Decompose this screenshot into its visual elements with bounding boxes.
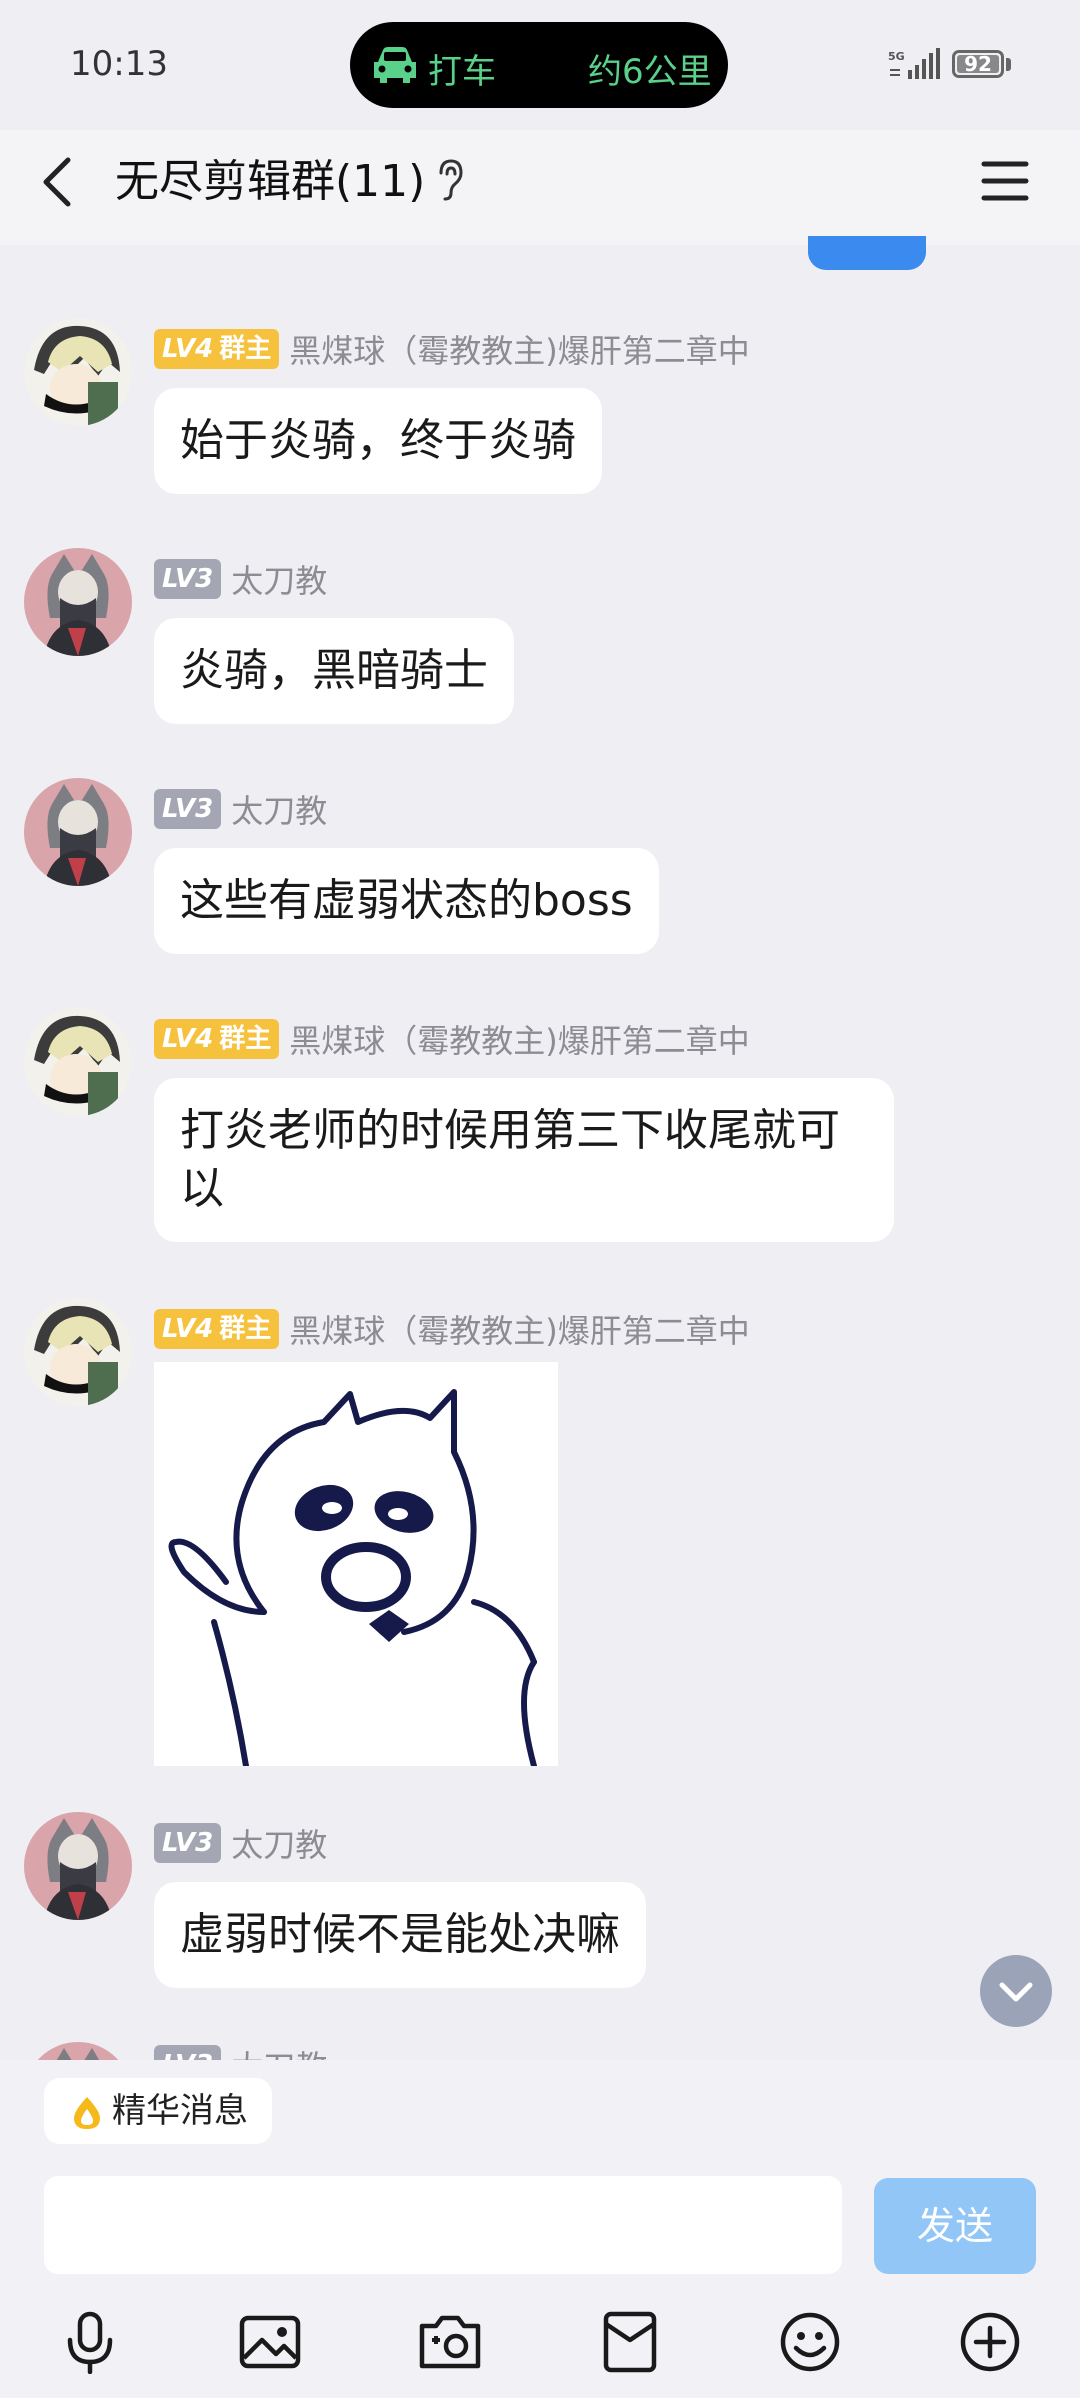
chat-message: LV3 太刀教 这些有虚弱状态的boss (0, 778, 1080, 968)
level-badge: LV4 群主 (154, 1309, 280, 1349)
avatar[interactable] (24, 1008, 132, 1116)
role-label: 群主 (219, 334, 272, 364)
scroll-to-bottom-button[interactable] (980, 1955, 1052, 2027)
ride-distance: 约6公里 (588, 52, 712, 92)
battery-icon: 92 (952, 50, 1004, 78)
image-icon[interactable] (238, 2310, 302, 2374)
new-message-tab[interactable] (808, 236, 926, 270)
avatar[interactable] (24, 1812, 132, 1920)
level-badge: LV3 (154, 559, 222, 599)
message-meta: LV3太刀教 (154, 786, 327, 830)
role-label: 群主 (219, 1024, 272, 1054)
status-bar: 10:13 打车 约6公里 5G 92 (0, 0, 1080, 130)
car-icon (374, 47, 416, 83)
plus-icon[interactable] (958, 2310, 1022, 2374)
earpiece-mode-icon (439, 159, 463, 201)
message-bubble[interactable]: 炎骑，黑暗骑士 (154, 618, 514, 724)
send-button[interactable]: 发送 (874, 2178, 1036, 2274)
chat-message: LV4 群主 黑煤球（霉教教主)爆肝第二章中 打炎老师的时候用第三下收尾就可以 (0, 1008, 1080, 1258)
group-title[interactable]: 无尽剪辑群(11) (115, 150, 425, 214)
red-packet-icon[interactable] (598, 2310, 662, 2374)
message-bubble[interactable]: 虚弱时候不是能处决嘛 (154, 1882, 646, 1988)
level-badge: LV3 (154, 1823, 222, 1863)
chevron-down-icon (999, 1982, 1033, 2002)
sender-name[interactable]: 黑煤球（霉教教主)爆肝第二章中 (289, 1016, 750, 1062)
message-meta: LV4 群主 黑煤球（霉教教主)爆肝第二章中 (154, 1016, 750, 1060)
chat-message: LV4 群主 黑煤球（霉教教主)爆肝第二章中 (0, 1298, 1080, 1768)
message-meta: LV3太刀教 (154, 556, 327, 600)
essence-label: 精华消息 (112, 2091, 248, 2131)
camera-icon[interactable] (418, 2310, 482, 2374)
sender-name[interactable]: 太刀教 (231, 1820, 327, 1866)
avatar[interactable] (24, 2042, 132, 2060)
level-badge: LV3 (154, 789, 222, 829)
message-meta: LV4 群主 黑煤球（霉教教主)爆肝第二章中 (154, 1306, 750, 1350)
sender-name[interactable]: 太刀教 (231, 556, 327, 602)
sender-name[interactable]: 黑煤球（霉教教主)爆肝第二章中 (289, 326, 750, 372)
avatar[interactable] (24, 778, 132, 886)
message-meta: LV3太刀教 (154, 1820, 327, 1864)
emoji-icon[interactable] (778, 2310, 842, 2374)
level-badge: LV4 群主 (154, 1019, 280, 1059)
sender-name[interactable]: 太刀教 (231, 2042, 327, 2060)
composer-panel: 精华消息 发送 (0, 2060, 1080, 2398)
microphone-icon[interactable] (58, 2310, 122, 2374)
network-signal-icon: 5G (888, 48, 940, 79)
avatar[interactable] (24, 548, 132, 656)
message-input[interactable] (44, 2176, 842, 2274)
sender-name[interactable]: 太刀教 (231, 786, 327, 832)
chat-message: LV3 太刀教 虚弱时候不是能处决嘛 (0, 1812, 1080, 2002)
svg-text:5G: 5G (888, 50, 905, 63)
battery-tip (1006, 58, 1011, 71)
role-label: 群主 (219, 1314, 272, 1344)
ride-label: 打车 (428, 52, 496, 92)
avatar[interactable] (24, 318, 132, 426)
battery-level: 92 (964, 52, 992, 76)
chat-header: 无尽剪辑群(11) (0, 130, 1080, 245)
avatar[interactable] (24, 1298, 132, 1406)
ride-hailing-pill[interactable]: 打车 约6公里 (350, 22, 728, 108)
sticker-image[interactable] (154, 1362, 558, 1766)
level-badge: LV3 (154, 2045, 222, 2060)
back-arrow-icon[interactable] (38, 150, 78, 214)
essence-messages-chip[interactable]: 精华消息 (44, 2078, 272, 2144)
message-meta: LV3 太刀教 (154, 2042, 327, 2060)
message-meta: LV4 群主 黑煤球（霉教教主)爆肝第二章中 (154, 326, 750, 370)
message-bubble[interactable]: 这些有虚弱状态的boss (154, 848, 659, 954)
message-bubble[interactable]: 始于炎骑，终于炎骑 (154, 388, 602, 494)
sender-name[interactable]: 黑煤球（霉教教主)爆肝第二章中 (289, 1306, 750, 1352)
flame-drop-icon (74, 2096, 100, 2129)
chat-message-partial: LV3 太刀教 (0, 2042, 1080, 2060)
chat-message: LV3 太刀教 炎骑，黑暗骑士 (0, 548, 1080, 738)
level-badge: LV4 群主 (154, 329, 280, 369)
message-bubble[interactable]: 打炎老师的时候用第三下收尾就可以 (154, 1078, 894, 1242)
status-time: 10:13 (70, 44, 168, 84)
chat-message: LV4 群主 黑煤球（霉教教主)爆肝第二章中 始于炎骑，终于炎骑 (0, 318, 1080, 508)
menu-icon[interactable] (980, 154, 1030, 208)
